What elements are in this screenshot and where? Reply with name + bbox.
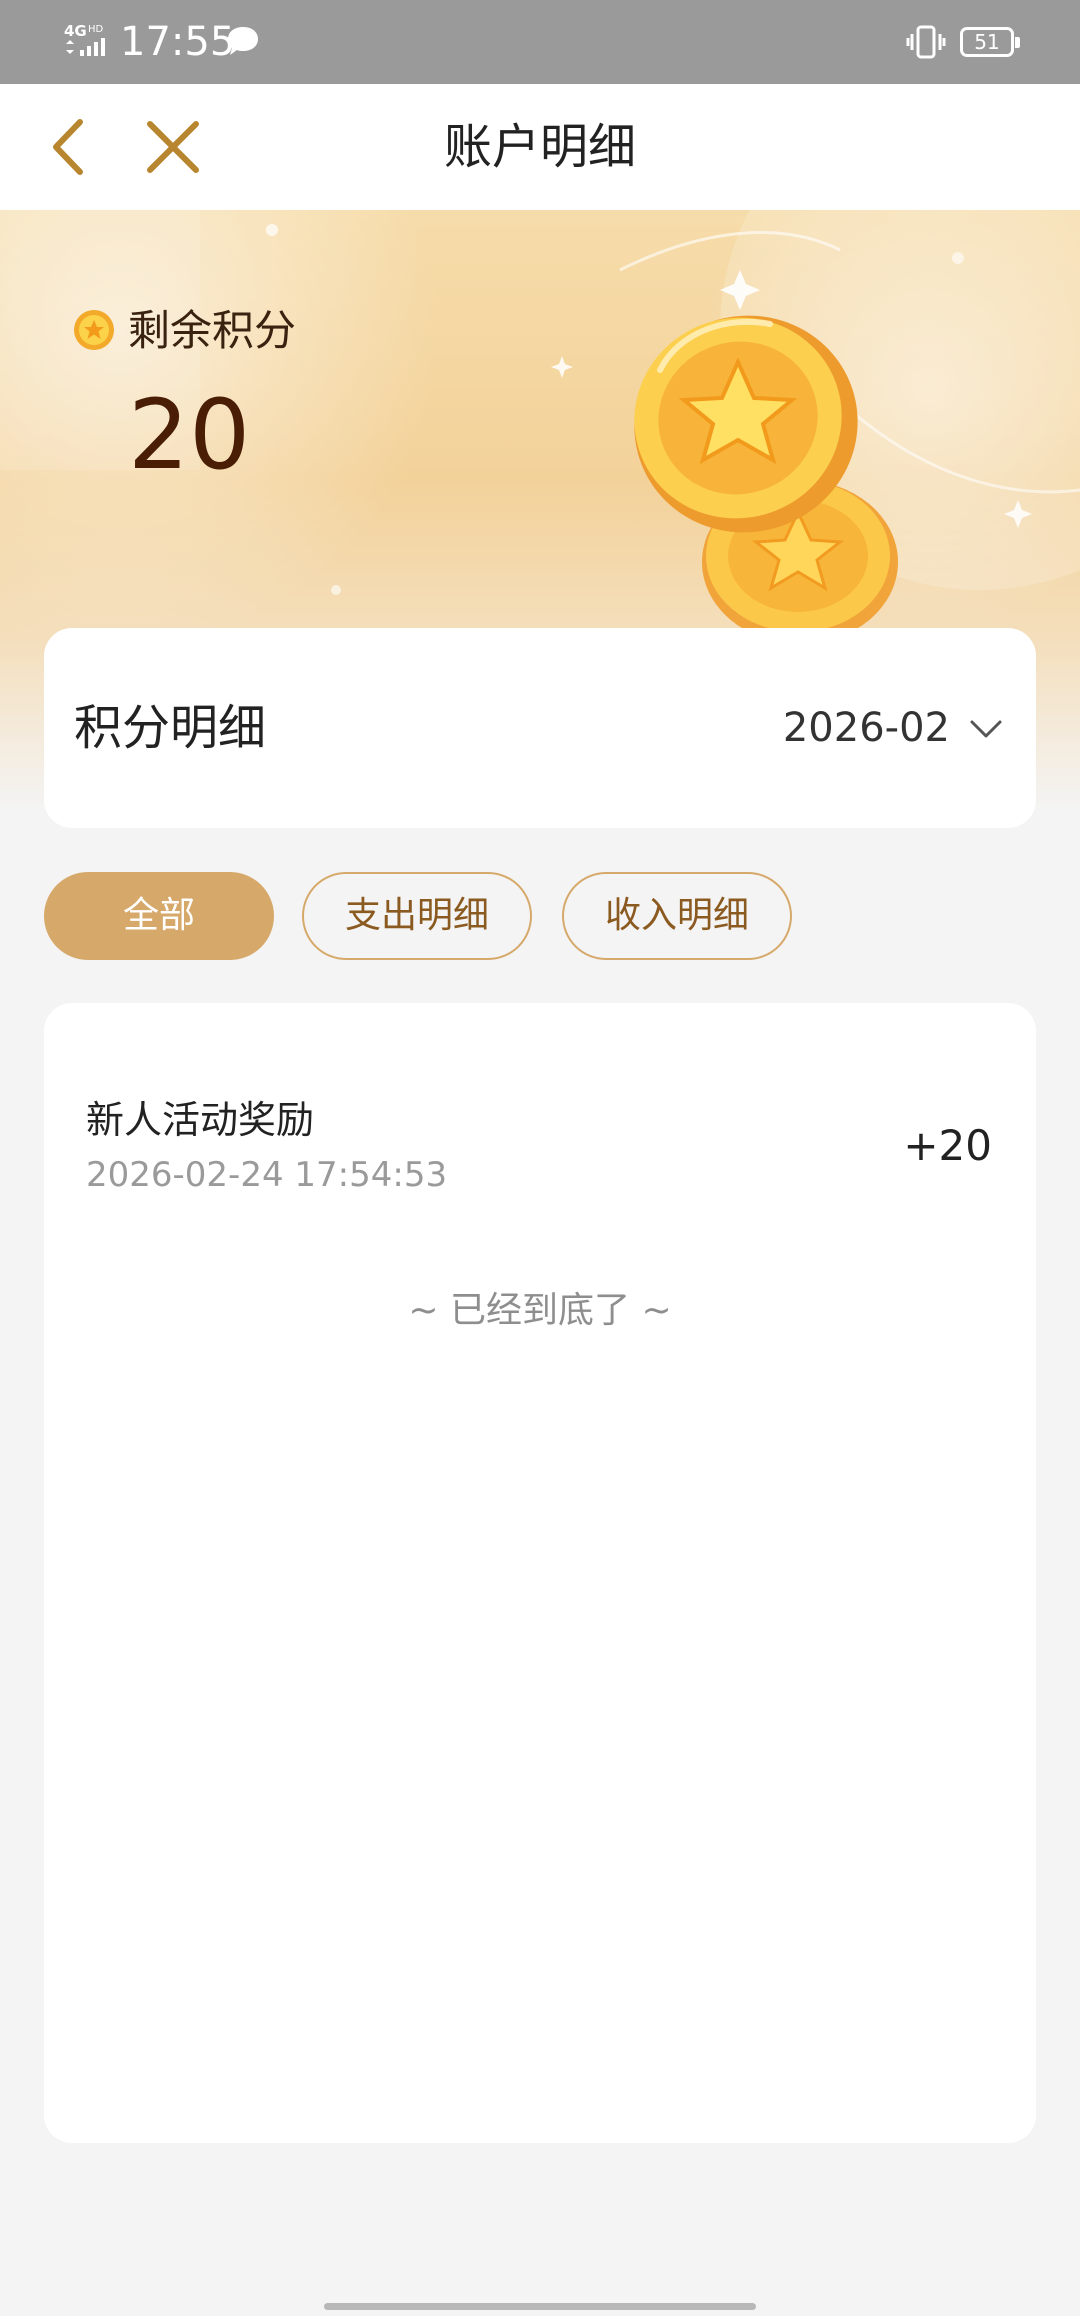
svg-text:HD: HD bbox=[88, 24, 104, 35]
nav-bar: 账户明细 bbox=[0, 84, 1080, 210]
record-time: 2026-02-24 17:54:53 bbox=[86, 1155, 448, 1195]
home-indicator[interactable] bbox=[324, 2303, 756, 2310]
points-value: 20 bbox=[128, 379, 251, 491]
coins-illustration bbox=[634, 315, 898, 640]
points-detail-card: 积分明细 2026-02 bbox=[44, 628, 1036, 828]
vibrate-icon bbox=[906, 25, 946, 59]
message-icon bbox=[228, 27, 258, 55]
month-value: 2026-02 bbox=[782, 705, 950, 751]
points-label: 剩余积分 bbox=[128, 306, 297, 355]
record-title: 新人活动奖励 bbox=[86, 1098, 315, 1142]
signal-icon: 4G HD bbox=[64, 22, 105, 56]
filter-income-button[interactable]: 收入明细 bbox=[562, 872, 792, 960]
detail-title: 积分明细 bbox=[74, 700, 267, 756]
list-end-hint: ~ 已经到底了 ~ bbox=[408, 1290, 672, 1331]
svg-text:4G: 4G bbox=[64, 22, 87, 40]
filter-all-button[interactable]: 全部 bbox=[44, 872, 274, 960]
coin-icon bbox=[74, 310, 114, 350]
records-list: 新人活动奖励 2026-02-24 17:54:53 +20 ~ 已经到底了 ~ bbox=[44, 1003, 1036, 2143]
battery-icon: 51 bbox=[960, 27, 1020, 57]
month-picker[interactable]: 2026-02 bbox=[783, 696, 1006, 760]
chevron-down-icon bbox=[970, 720, 1002, 738]
status-bar: 4G HD 17:55 51 bbox=[0, 0, 1080, 84]
clock-time: 17:55 bbox=[120, 19, 236, 65]
page-title: 账户明细 bbox=[443, 119, 636, 175]
record-amount: +20 bbox=[903, 1121, 992, 1170]
filter-expense-button[interactable]: 支出明细 bbox=[302, 872, 532, 960]
